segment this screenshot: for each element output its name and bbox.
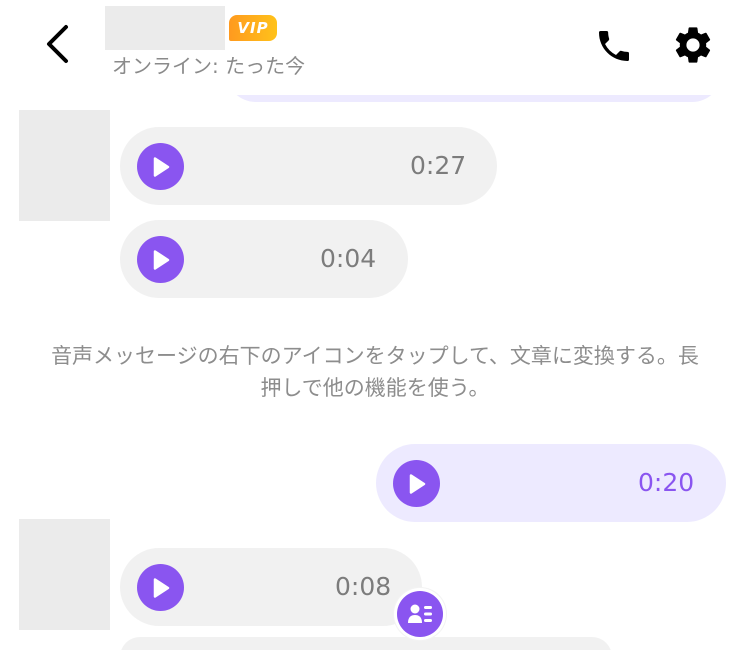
play-icon xyxy=(153,249,169,270)
transcribe-icon-wrap xyxy=(397,591,443,637)
gear-icon xyxy=(675,27,711,63)
phone-icon xyxy=(599,31,629,61)
contact-name-redacted xyxy=(105,6,225,50)
voice-message-bubble-outgoing[interactable]: 0:20 xyxy=(376,444,726,522)
voice-duration: 0:27 xyxy=(410,151,467,180)
voice-message-bubble[interactable]: 0:04 xyxy=(120,220,408,298)
avatar[interactable] xyxy=(19,110,110,221)
voice-duration: 0:08 xyxy=(335,572,392,601)
message-bubble-partial[interactable] xyxy=(120,637,612,650)
play-icon xyxy=(153,156,169,177)
voice-message-bubble[interactable]: 0:08 xyxy=(120,548,422,626)
chat-header: VIP オンライン: たった今 xyxy=(0,0,750,95)
play-button[interactable] xyxy=(137,564,184,611)
transcribe-button[interactable] xyxy=(394,588,446,640)
play-button[interactable] xyxy=(393,460,440,507)
play-button[interactable] xyxy=(137,236,184,283)
vip-badge: VIP xyxy=(229,15,277,41)
voice-duration: 0:20 xyxy=(638,468,695,497)
back-button[interactable] xyxy=(40,22,74,66)
play-icon xyxy=(409,473,425,494)
play-button[interactable] xyxy=(137,143,184,190)
online-status: オンライン: たった今 xyxy=(112,54,306,78)
voice-message-bubble[interactable]: 0:27 xyxy=(120,127,497,205)
call-button[interactable] xyxy=(590,22,638,70)
voice-to-text-icon xyxy=(408,604,432,623)
system-hint-text: 音声メッセージの右下のアイコンをタップして、文章に変換する。長押しで他の機能を使… xyxy=(51,344,699,400)
avatar[interactable] xyxy=(19,519,110,630)
settings-button[interactable] xyxy=(668,20,718,70)
play-icon xyxy=(153,577,169,598)
chevron-left-icon xyxy=(47,25,68,63)
voice-duration: 0:04 xyxy=(320,244,377,273)
